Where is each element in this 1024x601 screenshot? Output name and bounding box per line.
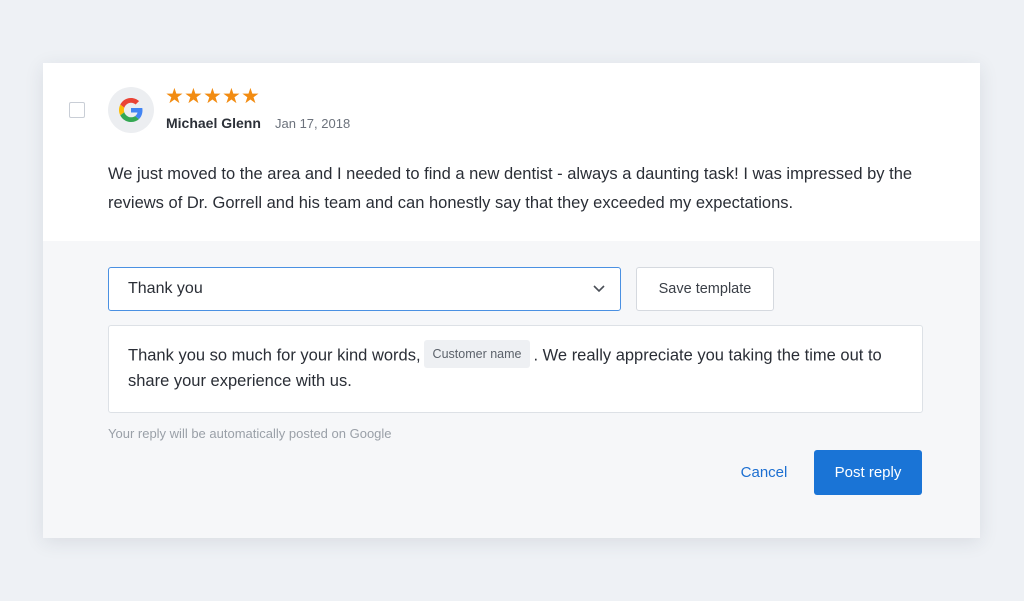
reviewer-avatar <box>108 87 154 133</box>
save-template-button[interactable]: Save template <box>636 267 774 311</box>
review-text: We just moved to the area and I needed t… <box>108 165 913 212</box>
post-reply-button[interactable]: Post reply <box>814 450 922 495</box>
reply-section: Thank you Save template Thank you so muc… <box>43 241 980 538</box>
template-select[interactable]: Thank you <box>108 267 621 311</box>
review-date: Jan 17, 2018 <box>275 116 351 131</box>
chevron-down-icon <box>593 285 605 293</box>
reply-text-before-token: Thank you so much for your kind words, <box>128 346 421 365</box>
cancel-button[interactable]: Cancel <box>727 450 801 494</box>
auto-post-hint: Your reply will be automatically posted … <box>108 426 392 441</box>
star-icon: ★ <box>241 84 260 108</box>
template-select-value: Thank you <box>128 280 203 297</box>
customer-name-token[interactable]: Customer name <box>423 340 531 368</box>
star-icon: ★ <box>203 84 222 108</box>
reply-message: Thank you so much for your kind words, Cu… <box>128 340 888 392</box>
google-icon <box>119 98 143 122</box>
star-icon: ★ <box>222 84 241 108</box>
review-section: ★ ★ ★ ★ ★ Michael Glenn Jan 17, 2018 We just… <box>43 63 980 241</box>
star-icon: ★ <box>184 84 203 108</box>
review-card: ★ ★ ★ ★ ★ Michael Glenn Jan 17, 2018 We just… <box>43 63 980 538</box>
review-select-checkbox[interactable] <box>69 102 85 118</box>
reviewer-name: Michael Glenn <box>166 115 261 131</box>
reply-textarea[interactable]: Thank you so much for your kind words, Cu… <box>108 325 923 413</box>
star-icon: ★ <box>165 84 184 108</box>
star-rating: ★ ★ ★ ★ ★ <box>165 85 260 107</box>
